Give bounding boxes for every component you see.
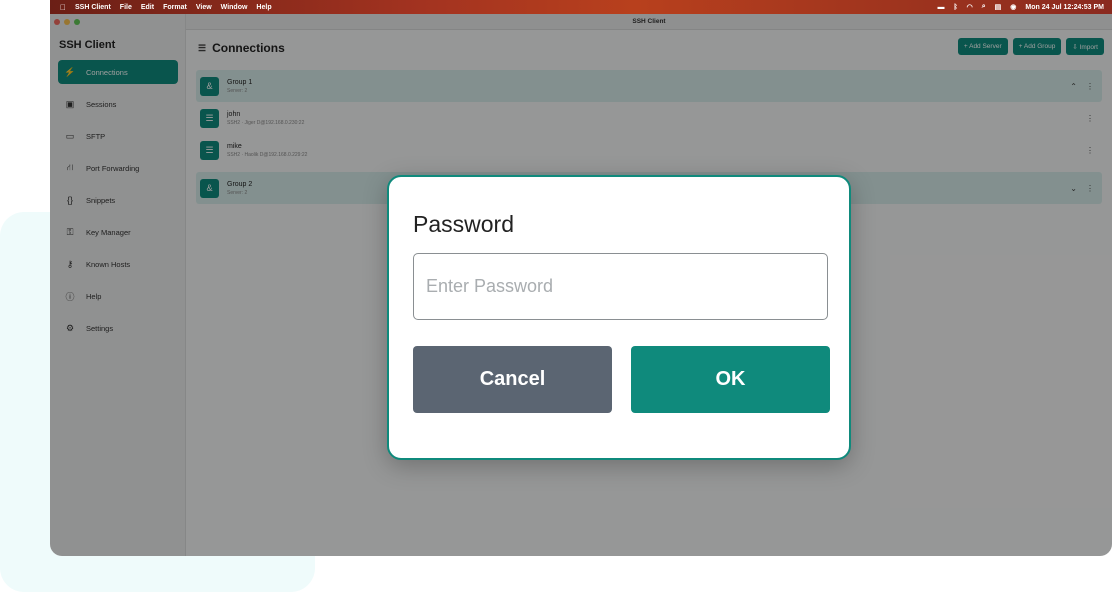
password-dialog: Password Cancel OK [387,175,851,460]
dialog-title: Password [413,211,514,237]
system-menubar:  SSH Client File Edit Format View Windo… [50,0,1112,14]
password-input[interactable] [413,253,828,320]
clock[interactable]: Mon 24 Jul 12:24:53 PM [1025,4,1104,11]
siri-icon[interactable]: ◉ [1010,3,1016,11]
spotlight-icon[interactable]: ⌕ [982,3,986,11]
menu-help[interactable]: Help [256,4,271,11]
bluetooth-icon[interactable]: ᛒ [953,4,957,11]
apple-menu-icon[interactable]:  [60,3,66,12]
cancel-button[interactable]: Cancel [413,346,612,413]
status-area: ▬ ᛒ ◠ ⌕ ▤ ◉ Mon 24 Jul 12:24:53 PM [937,0,1104,14]
menu-app[interactable]: SSH Client [75,4,111,11]
menu-format[interactable]: Format [163,4,187,11]
ok-button[interactable]: OK [631,346,830,413]
menu-edit[interactable]: Edit [141,4,154,11]
wifi-icon[interactable]: ◠ [967,3,973,11]
menu-file[interactable]: File [120,4,132,11]
menu-view[interactable]: View [196,4,212,11]
control-center-icon[interactable]: ▤ [995,3,1002,11]
display-icon[interactable]: ▬ [937,4,944,11]
menu-window[interactable]: Window [221,4,248,11]
